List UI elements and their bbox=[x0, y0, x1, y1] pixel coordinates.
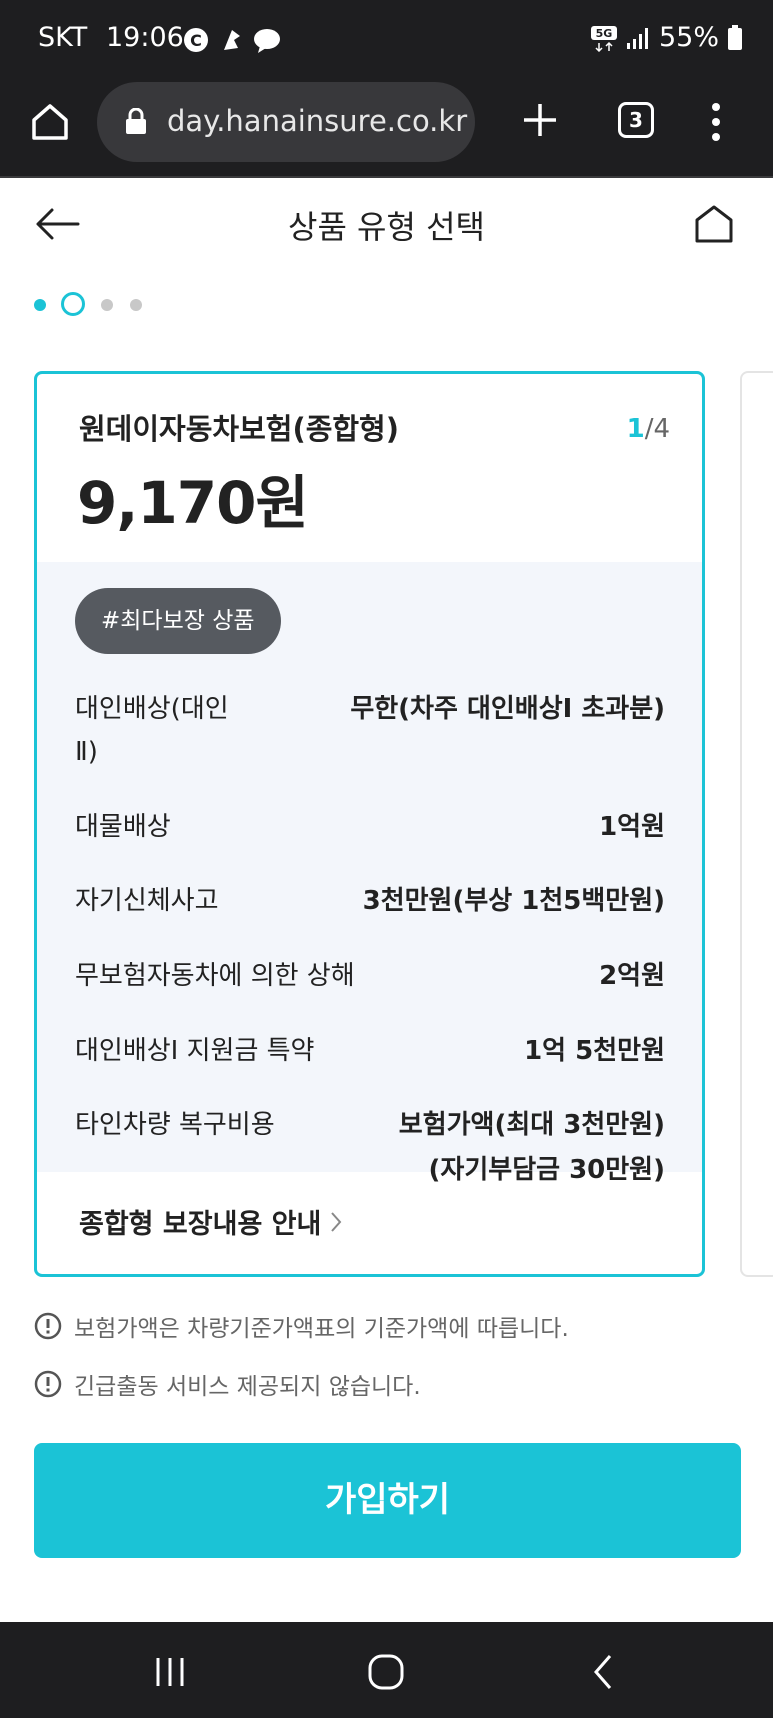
info-circle-icon bbox=[34, 1312, 62, 1340]
lock-icon bbox=[126, 108, 146, 134]
notice-item: 긴급출동 서비스 제공되지 않습니다. bbox=[34, 1367, 421, 1401]
coverage-label: 타인차량 복구비용 bbox=[75, 1110, 275, 1140]
back-nav-icon[interactable] bbox=[584, 1652, 624, 1692]
status-right: 5G 55% bbox=[590, 22, 743, 53]
pager-dot-active[interactable] bbox=[61, 292, 85, 316]
c-notification-icon: C bbox=[184, 28, 208, 52]
tab-switcher-button[interactable]: 3 bbox=[618, 102, 654, 138]
svg-text:C: C bbox=[190, 31, 202, 50]
battery-percent: 55% bbox=[658, 22, 719, 53]
app-notification-icon bbox=[224, 30, 240, 50]
notice-text: 긴급출동 서비스 제공되지 않습니다. bbox=[74, 1374, 421, 1400]
chat-notification-icon bbox=[254, 29, 280, 53]
system-nav-bar bbox=[0, 1622, 773, 1718]
status-bar: SKT 19:06 C 5G 55% bbox=[0, 0, 773, 80]
pager-dot[interactable] bbox=[130, 299, 142, 311]
signal-icon bbox=[626, 27, 648, 49]
clock: 19:06 bbox=[106, 22, 184, 53]
recent-apps-icon[interactable] bbox=[150, 1652, 190, 1692]
page-title: 상품 유형 선택 bbox=[288, 208, 485, 246]
product-card[interactable]: 원데이자동차보험(종합형) 1/4 9,170원 #최다보장 상품 대인배상(대… bbox=[34, 371, 705, 1277]
coverage-value: 1억 5천만원 bbox=[524, 1036, 665, 1066]
battery-icon bbox=[728, 24, 742, 50]
coverage-value: 2억원 bbox=[599, 961, 665, 991]
next-product-card-peek[interactable] bbox=[740, 371, 773, 1277]
home-icon[interactable] bbox=[692, 202, 736, 246]
coverage-value: 3천만원(부상 1천5백만원) bbox=[362, 886, 665, 916]
coverage-label: 대물배상 bbox=[75, 812, 171, 842]
card-page-indicator: 1/4 bbox=[627, 414, 670, 444]
coverage-value: 무한(차주 대인배상Ⅰ 초과분) bbox=[350, 694, 665, 724]
url-text: day.hanainsure.co.kr bbox=[167, 104, 468, 138]
info-circle-icon bbox=[34, 1370, 62, 1398]
svg-text:5G: 5G bbox=[596, 27, 613, 40]
notice-text: 보험가액은 차량기준가액표의 기준가액에 따릅니다. bbox=[74, 1316, 569, 1342]
notice-item: 보험가액은 차량기준가액표의 기준가액에 따릅니다. bbox=[34, 1309, 569, 1343]
card-page-current: 1 bbox=[626, 414, 645, 444]
browser-toolbar: day.hanainsure.co.kr 3 bbox=[0, 80, 773, 178]
card-page-total: /4 bbox=[644, 414, 670, 444]
chevron-right-icon bbox=[331, 1211, 342, 1232]
join-button[interactable]: 가입하기 bbox=[34, 1443, 741, 1558]
coverage-label: 대인배상(대인 Ⅱ) bbox=[75, 694, 229, 767]
coverage-label: 무보험자동차에 의한 상해 bbox=[75, 961, 355, 991]
coverage-value: 보험가액(최대 3천만원) (자기부담금 30만원) bbox=[398, 1110, 665, 1185]
home-nav-icon[interactable] bbox=[366, 1652, 406, 1692]
5g-network-icon: 5G bbox=[590, 25, 617, 52]
plus-icon[interactable] bbox=[518, 98, 562, 142]
coverage-value: 1억원 bbox=[599, 812, 665, 842]
home-icon[interactable] bbox=[28, 100, 72, 144]
coverage-info-link[interactable]: 종합형 보장내용 안내 bbox=[79, 1202, 343, 1241]
coverage-label: 자기신체사고 bbox=[75, 886, 219, 916]
address-bar[interactable]: day.hanainsure.co.kr bbox=[97, 82, 475, 162]
more-vert-icon[interactable] bbox=[710, 102, 722, 142]
carrier-label: SKT bbox=[38, 22, 88, 53]
product-price: 9,170원 bbox=[77, 469, 309, 537]
tag-badge: #최다보장 상품 bbox=[75, 588, 281, 654]
coverage-info-link-label: 종합형 보장내용 안내 bbox=[79, 1209, 322, 1240]
product-title: 원데이자동차보험(종합형) bbox=[79, 412, 399, 446]
coverage-label: 대인배상Ⅰ 지원금 특약 bbox=[75, 1036, 315, 1066]
pager-dot[interactable] bbox=[34, 299, 46, 311]
pager-dot[interactable] bbox=[101, 299, 113, 311]
page-header: 상품 유형 선택 bbox=[0, 180, 773, 270]
coverage-section: #최다보장 상품 대인배상(대인 Ⅱ) 무한(차주 대인배상Ⅰ 초과분) 대물배… bbox=[37, 562, 702, 1185]
